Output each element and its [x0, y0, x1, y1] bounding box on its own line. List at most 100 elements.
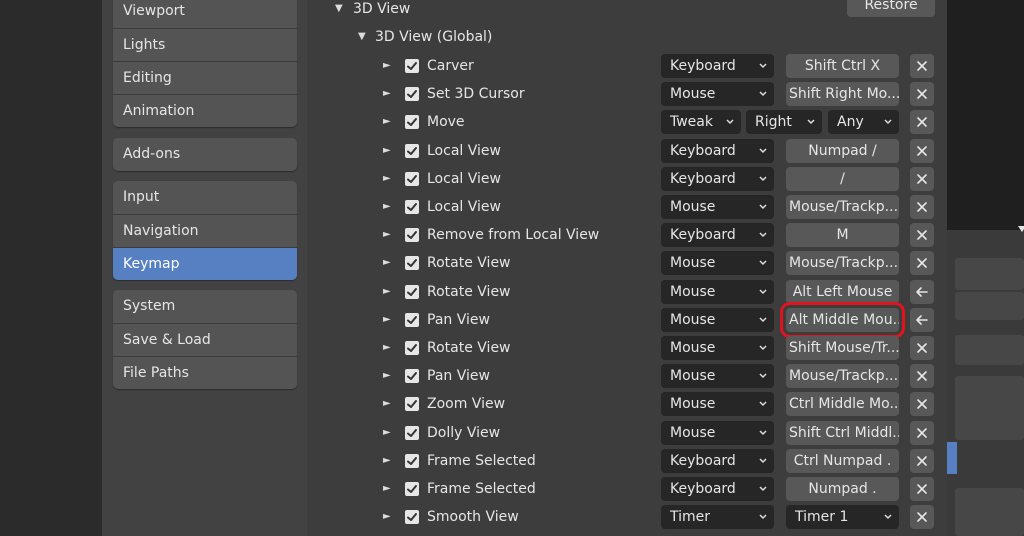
key-binding-button[interactable]: /: [786, 166, 899, 191]
keymap-row[interactable]: ► Frame Selected Keyboard Ctrl Numpad .: [307, 447, 947, 475]
expand-triangle-icon[interactable]: ►: [383, 334, 391, 362]
keymap-row[interactable]: ► Zoom View Mouse Ctrl Middle Mo...: [307, 390, 947, 418]
expand-triangle-icon[interactable]: ►: [383, 390, 391, 418]
expand-triangle-icon[interactable]: ►: [383, 278, 391, 306]
enable-checkbox[interactable]: [405, 171, 419, 186]
enable-checkbox[interactable]: [405, 115, 419, 130]
sidebar-item-editing[interactable]: Editing: [113, 61, 297, 94]
key-binding-button[interactable]: Alt Middle Mou...: [780, 301, 905, 338]
keymap-row[interactable]: ► Pan View Mouse Mouse/Trackp...: [307, 362, 947, 390]
key-binding-button[interactable]: Shift Ctrl Middl...: [786, 420, 899, 445]
key-binding-button[interactable]: Shift Mouse/Tr...: [786, 336, 899, 360]
input-type-dropdown[interactable]: Mouse: [661, 82, 774, 107]
enable-checkbox[interactable]: [405, 59, 419, 73]
remove-item-button[interactable]: [910, 110, 934, 135]
sidebar-item-system[interactable]: System: [113, 290, 297, 323]
input-type-dropdown[interactable]: Tweak: [661, 110, 741, 135]
expand-triangle-icon[interactable]: ►: [383, 419, 391, 447]
keymap-row[interactable]: ► Set 3D Cursor Mouse Shift Right Mo...: [307, 80, 947, 108]
key-binding-button[interactable]: Numpad .: [786, 477, 899, 501]
key-binding-button[interactable]: Alt Left Mouse: [786, 279, 899, 304]
remove-item-button[interactable]: [910, 82, 934, 107]
input-type-dropdown[interactable]: Keyboard: [661, 223, 774, 248]
sidebar-item-add-ons[interactable]: Add-ons: [113, 138, 297, 171]
sidebar-item-input[interactable]: Input: [113, 181, 297, 214]
sidebar-item-animation[interactable]: Animation: [113, 94, 297, 127]
enable-checkbox[interactable]: [405, 284, 419, 299]
keymap-row[interactable]: ► Rotate View Mouse Mouse/Trackp...: [307, 249, 947, 277]
enable-checkbox[interactable]: [405, 482, 419, 496]
remove-item-button[interactable]: [910, 505, 934, 530]
remove-item-button[interactable]: [910, 336, 934, 360]
enable-checkbox[interactable]: [405, 425, 419, 440]
input-type-dropdown[interactable]: Mouse: [661, 251, 774, 276]
expand-triangle-icon[interactable]: ►: [383, 193, 391, 221]
keymap-row[interactable]: ► Local View Keyboard /: [307, 165, 947, 193]
restore-item-button[interactable]: [910, 307, 934, 332]
remove-item-button[interactable]: [910, 420, 934, 445]
sidebar-item-save-load[interactable]: Save & Load: [113, 323, 297, 356]
remove-item-button[interactable]: [910, 364, 934, 389]
timer-dropdown[interactable]: Timer 1: [786, 505, 899, 530]
remove-item-button[interactable]: [910, 392, 934, 417]
key-binding-button[interactable]: Mouse/Trackp...: [786, 251, 899, 276]
enable-checkbox[interactable]: [405, 369, 419, 384]
key-binding-button[interactable]: Shift Ctrl X: [786, 54, 899, 78]
key-binding-button[interactable]: Mouse/Trackp...: [786, 364, 899, 389]
keymap-row[interactable]: ► Rotate View Mouse Alt Left Mouse: [307, 278, 947, 306]
input-type-dropdown[interactable]: Mouse: [661, 307, 774, 332]
key-binding-button[interactable]: M: [786, 223, 899, 248]
key-binding-button[interactable]: Ctrl Middle Mo...: [786, 392, 899, 417]
sidebar-item-keymap[interactable]: Keymap: [113, 247, 297, 280]
input-type-dropdown[interactable]: Mouse: [661, 279, 774, 304]
sidebar-item-lights[interactable]: Lights: [113, 28, 297, 61]
keymap-row[interactable]: ► Smooth View Timer Timer 1: [307, 503, 947, 531]
key-binding-button[interactable]: Shift Right Mo...: [786, 82, 899, 107]
enable-checkbox[interactable]: [405, 228, 419, 243]
expand-triangle-icon[interactable]: ▼: [358, 23, 366, 51]
section-header-3d-view[interactable]: ▼ 3D View Restore: [307, 0, 947, 23]
expand-triangle-icon[interactable]: ►: [383, 221, 391, 249]
expand-triangle-icon[interactable]: ►: [383, 447, 391, 475]
remove-item-button[interactable]: [910, 166, 934, 191]
subsection-header-3d-view-global[interactable]: ▼ 3D View (Global): [307, 23, 947, 51]
keymap-row[interactable]: ► Remove from Local View Keyboard M: [307, 221, 947, 249]
enable-checkbox[interactable]: [405, 143, 419, 158]
keymap-row[interactable]: ► Frame Selected Keyboard Numpad .: [307, 475, 947, 503]
enable-checkbox[interactable]: [405, 200, 419, 214]
remove-item-button[interactable]: [910, 448, 934, 473]
enable-checkbox[interactable]: [405, 256, 419, 271]
sidebar-item-viewport[interactable]: Viewport: [113, 0, 297, 28]
keymap-row[interactable]: ► Move Tweak Right Any: [307, 108, 947, 136]
keymap-row[interactable]: ► Local View Keyboard Numpad /: [307, 137, 947, 165]
input-type-dropdown[interactable]: Mouse: [661, 420, 774, 445]
enable-checkbox[interactable]: [405, 312, 419, 327]
expand-triangle-icon[interactable]: ►: [383, 306, 391, 334]
expand-triangle-icon[interactable]: ▼: [335, 0, 343, 23]
expand-triangle-icon[interactable]: ►: [383, 362, 391, 390]
expand-triangle-icon[interactable]: ►: [383, 249, 391, 277]
input-type-dropdown[interactable]: Mouse: [661, 392, 774, 417]
keymap-row[interactable]: ► Pan View Mouse Alt Middle Mou...: [307, 301, 947, 338]
sidebar-item-navigation[interactable]: Navigation: [113, 214, 297, 247]
restore-item-button[interactable]: [910, 279, 934, 304]
key-binding-button[interactable]: Numpad /: [786, 138, 899, 163]
sidebar-item-file-paths[interactable]: File Paths: [113, 356, 297, 389]
keymap-row[interactable]: ► Local View Mouse Mouse/Trackp...: [307, 193, 947, 221]
keymap-row[interactable]: ► Rotate View Mouse Shift Mouse/Tr...: [307, 334, 947, 362]
enable-checkbox[interactable]: [405, 341, 419, 355]
input-type-dropdown[interactable]: Keyboard: [661, 477, 774, 501]
input-type-dropdown[interactable]: Keyboard: [661, 166, 774, 191]
input-type-dropdown[interactable]: Keyboard: [661, 54, 774, 78]
input-type-dropdown[interactable]: Timer: [661, 505, 774, 530]
enable-checkbox[interactable]: [405, 87, 419, 102]
key-binding-button[interactable]: Mouse/Trackp...: [786, 195, 899, 219]
expand-triangle-icon[interactable]: ►: [383, 503, 391, 531]
tweak-modifier-dropdown[interactable]: Any: [828, 110, 899, 135]
input-type-dropdown[interactable]: Keyboard: [661, 138, 774, 163]
expand-triangle-icon[interactable]: ►: [383, 108, 391, 136]
restore-button[interactable]: Restore: [847, 0, 935, 17]
enable-checkbox[interactable]: [405, 453, 419, 468]
key-binding-button[interactable]: Ctrl Numpad .: [786, 448, 899, 473]
dropdown-arrow-icon[interactable]: [1018, 226, 1024, 232]
